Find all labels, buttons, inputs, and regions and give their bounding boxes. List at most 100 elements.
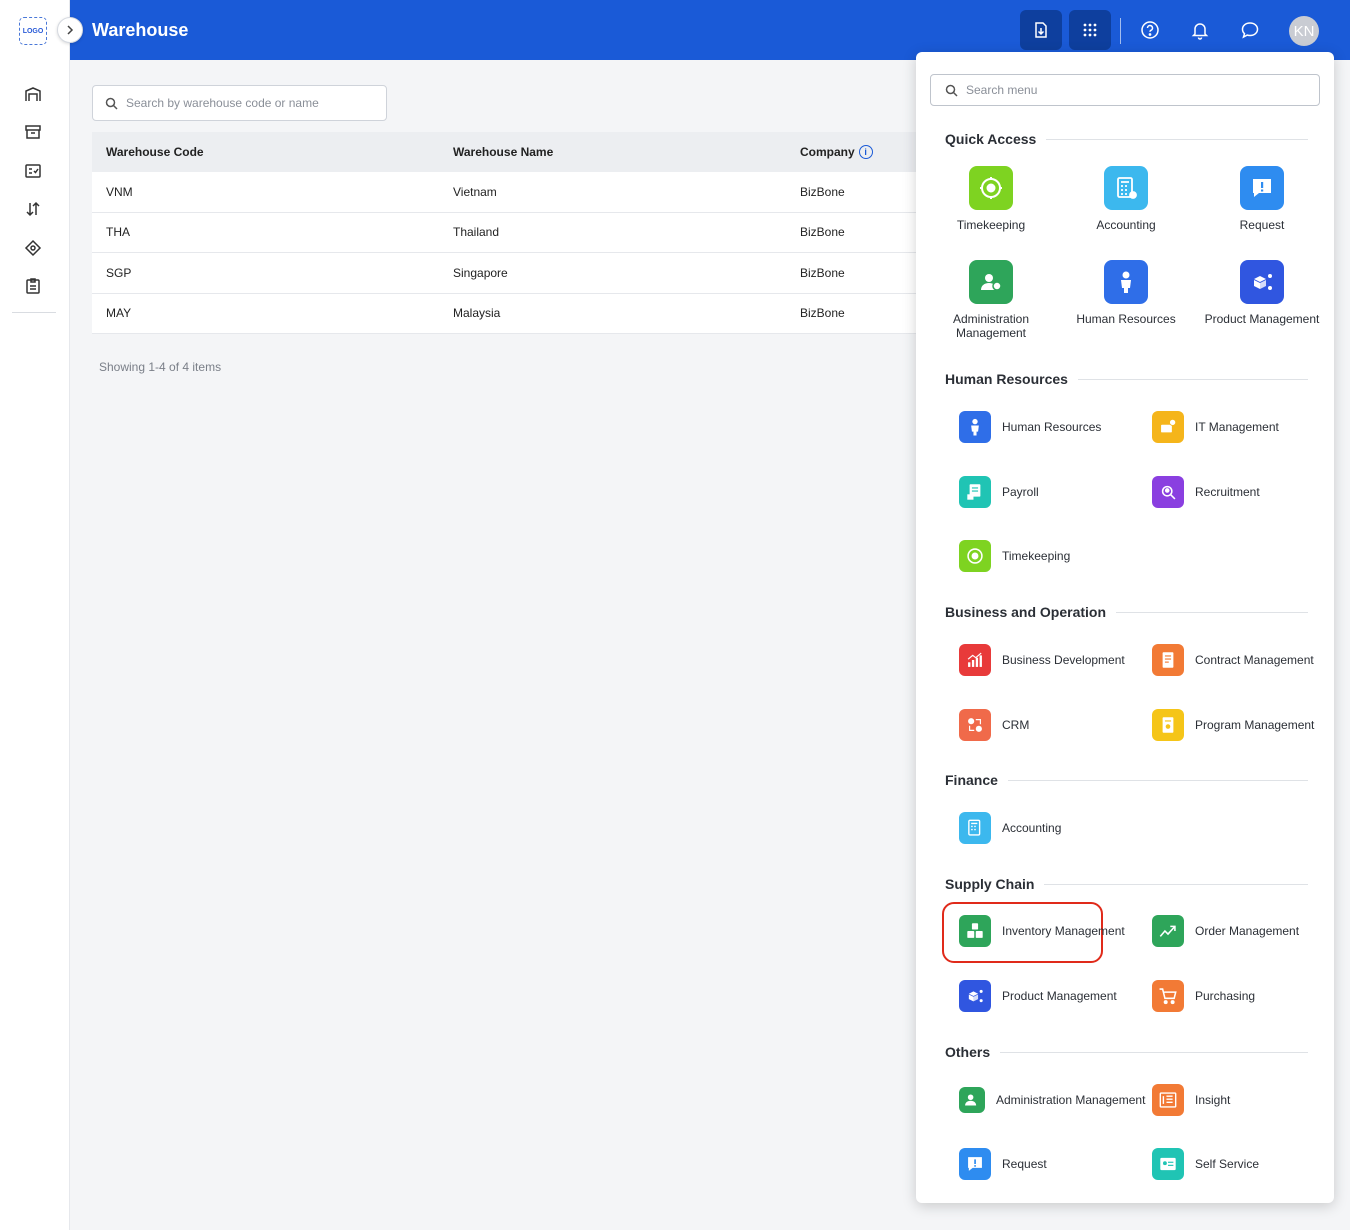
- menu-item-order-management[interactable]: Order Management: [1152, 914, 1299, 948]
- quick-tile-product-management[interactable]: Product Management: [1197, 260, 1327, 326]
- menu-item-label: CRM: [1002, 718, 1030, 732]
- cell-name: Singapore: [453, 265, 508, 280]
- section-title: Finance: [945, 772, 998, 788]
- menu-item-label: Product Management: [1002, 989, 1117, 1003]
- menu-item-crm[interactable]: CRM: [959, 708, 1029, 742]
- help-button[interactable]: [1129, 10, 1171, 50]
- checklist-icon[interactable]: [23, 161, 43, 181]
- tag-icon[interactable]: [23, 238, 43, 258]
- product-icon: [1240, 260, 1284, 304]
- section-title: Human Resources: [945, 371, 1068, 387]
- quick-tile-timekeeping[interactable]: Timekeeping: [926, 166, 1056, 232]
- chat-button[interactable]: [1229, 10, 1271, 50]
- menu-item-administration-management[interactable]: Administration Management: [959, 1083, 1145, 1117]
- quick-tile-request[interactable]: Request: [1197, 166, 1327, 232]
- menu-search-input[interactable]: [966, 83, 1296, 97]
- table-row[interactable]: THA Thailand BizBone: [92, 212, 922, 253]
- quick-tile-administration[interactable]: Administration Management: [926, 260, 1056, 340]
- inventory-icon: [959, 915, 991, 947]
- tile-label: Accounting: [1096, 218, 1156, 232]
- menu-item-business-development[interactable]: Business Development: [959, 643, 1125, 677]
- clipboard-icon[interactable]: [23, 276, 43, 296]
- menu-item-inventory-management[interactable]: Inventory Management: [959, 914, 1125, 948]
- search-icon: [105, 97, 118, 110]
- menu-item-human-resources[interactable]: Human Resources: [959, 410, 1101, 444]
- section-business-operation: Business and Operation: [945, 602, 1308, 622]
- left-rail: LOGO: [0, 0, 70, 1230]
- menu-item-contract-management[interactable]: Contract Management: [1152, 643, 1314, 677]
- menu-item-label: Accounting: [1002, 821, 1062, 835]
- section-human-resources: Human Resources: [945, 369, 1308, 389]
- payroll-icon: [959, 476, 991, 508]
- hr-icon: [959, 411, 991, 443]
- cell-code: MAY: [106, 306, 132, 321]
- menu-item-label: IT Management: [1195, 420, 1279, 434]
- menu-item-program-management[interactable]: Program Management: [1152, 708, 1314, 742]
- program-icon: [1152, 709, 1184, 741]
- table-row[interactable]: VNM Vietnam BizBone: [92, 172, 922, 213]
- column-header-company-label: Company: [800, 145, 855, 159]
- admin-icon: [959, 1087, 985, 1113]
- quick-tile-human-resources[interactable]: Human Resources: [1061, 260, 1191, 326]
- section-title: Supply Chain: [945, 876, 1035, 892]
- download-button[interactable]: [1020, 10, 1062, 50]
- sort-icon[interactable]: [23, 199, 43, 219]
- section-finance: Finance: [945, 770, 1308, 790]
- menu-item-self-service[interactable]: Self Service: [1152, 1147, 1259, 1181]
- insight-icon: [1152, 1084, 1184, 1116]
- menu-item-label: Program Management: [1195, 718, 1315, 732]
- archive-icon[interactable]: [23, 122, 43, 142]
- info-icon[interactable]: i: [858, 145, 873, 159]
- it-icon: [1152, 411, 1184, 443]
- section-others: Others: [945, 1042, 1308, 1062]
- section-title: Others: [945, 1044, 991, 1060]
- menu-search[interactable]: [930, 74, 1320, 106]
- menu-item-label: Order Management: [1195, 924, 1300, 938]
- contract-icon: [1152, 644, 1184, 676]
- column-header-name[interactable]: Warehouse Name: [439, 145, 786, 159]
- tile-label: Human Resources: [1076, 312, 1176, 326]
- column-header-company[interactable]: Company i: [786, 145, 922, 159]
- table-row[interactable]: MAY Malaysia BizBone: [92, 293, 922, 334]
- bell-icon: [1191, 23, 1209, 40]
- menu-item-insight[interactable]: Insight: [1152, 1083, 1230, 1117]
- warehouse-search[interactable]: [92, 85, 387, 121]
- avatar[interactable]: KN: [1289, 16, 1319, 46]
- admin-icon: [969, 260, 1013, 304]
- purchasing-icon: [1152, 980, 1184, 1012]
- product-icon: [959, 980, 991, 1012]
- menu-item-accounting[interactable]: Accounting: [959, 811, 1061, 845]
- menu-item-purchasing[interactable]: Purchasing: [1152, 979, 1255, 1013]
- section-title: Business and Operation: [945, 604, 1107, 620]
- menu-item-timekeeping[interactable]: Timekeeping: [959, 539, 1070, 573]
- menu-item-payroll[interactable]: Payroll: [959, 475, 1039, 509]
- search-input[interactable]: [126, 96, 366, 110]
- menu-item-request[interactable]: Request: [959, 1147, 1047, 1181]
- request-icon: [959, 1148, 991, 1180]
- menu-item-label: Inventory Management: [1002, 924, 1125, 938]
- menu-item-product-management[interactable]: Product Management: [959, 979, 1117, 1013]
- accounting-icon: [1104, 166, 1148, 210]
- quick-tile-accounting[interactable]: Accounting: [1061, 166, 1191, 232]
- expand-sidebar-button[interactable]: [57, 17, 83, 43]
- table-row[interactable]: SGP Singapore BizBone: [92, 253, 922, 294]
- cell-name: Thailand: [453, 225, 500, 240]
- notifications-button[interactable]: [1179, 10, 1221, 50]
- header-separator: [1120, 18, 1121, 44]
- cell-company: BizBone: [800, 306, 845, 321]
- menu-item-recruitment[interactable]: Recruitment: [1152, 475, 1260, 509]
- cell-company: BizBone: [800, 265, 845, 280]
- column-header-code[interactable]: Warehouse Code: [92, 145, 439, 159]
- section-supply-chain: Supply Chain: [945, 874, 1308, 894]
- search-icon: [945, 84, 958, 97]
- request-icon: [1240, 166, 1284, 210]
- page-title: Warehouse: [92, 20, 189, 40]
- menu-item-label: Self Service: [1195, 1157, 1260, 1171]
- menu-item-label: Request: [1002, 1157, 1047, 1171]
- download-icon: [1035, 22, 1047, 38]
- warehouse-icon[interactable]: [23, 84, 43, 104]
- section-quick-access: Quick Access: [945, 129, 1308, 149]
- menu-item-it-management[interactable]: IT Management: [1152, 410, 1279, 444]
- app-menu-panel: Quick Access Timekeeping Accounting Requ…: [916, 52, 1334, 1203]
- app-launcher-button[interactable]: [1069, 10, 1111, 50]
